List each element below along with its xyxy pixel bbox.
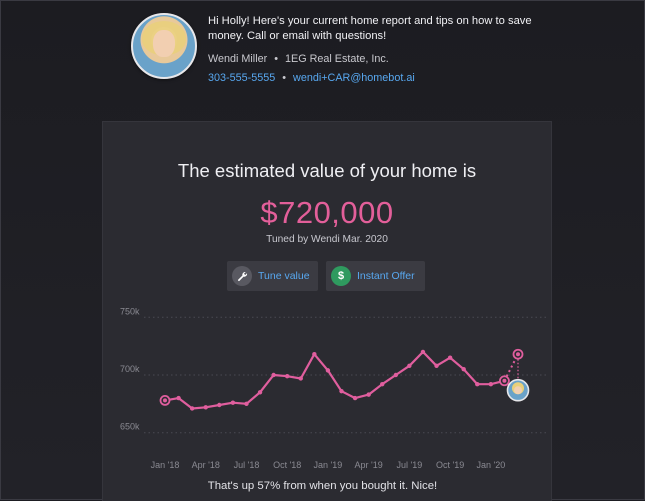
agent-avatar	[131, 13, 197, 79]
y-tick-label: 700k	[120, 364, 140, 374]
data-point	[203, 405, 208, 410]
data-point	[230, 400, 236, 405]
estimated-value: $720,000	[260, 195, 394, 230]
data-point	[352, 395, 358, 401]
data-point	[284, 373, 290, 379]
agent-email-link[interactable]: wendi+CAR@homebot.ai	[293, 72, 415, 84]
home-value-chart: 750k 700k 650k Jan '18 Apr '18 Jul '18 Oct '18…	[120, 306, 548, 470]
instant-offer-button[interactable]: $ Instant Offer	[326, 261, 425, 291]
y-tick-label: 750k	[120, 306, 140, 316]
data-point	[393, 372, 399, 378]
agent-links-line: 303-555-5555 • wendi+CAR@homebot.ai	[208, 72, 415, 84]
separator-dot: •	[274, 53, 278, 65]
agent-message: Hi Holly! Here's your current home repor…	[208, 15, 532, 42]
data-point	[298, 376, 303, 381]
data-point	[407, 363, 412, 368]
agent-header: Hi Holly! Here's your current home repor…	[131, 13, 571, 88]
tune-value-label: Tune value	[258, 270, 310, 282]
x-tick-label: Apr '19	[355, 460, 383, 470]
data-point	[366, 392, 371, 397]
x-tick-label: Jan '19	[314, 460, 343, 470]
agent-contact-line: Wendi Miller • 1EG Real Estate, Inc.	[208, 53, 389, 65]
x-tick-label: Jan '20	[476, 460, 505, 470]
data-point	[475, 382, 480, 387]
x-tick-label: Oct '18	[273, 460, 301, 470]
x-tick-label: Jul '19	[397, 460, 423, 470]
x-tick-label: Jul '18	[234, 460, 260, 470]
separator-dot: •	[282, 72, 287, 84]
data-point	[217, 402, 222, 408]
tuned-by-text: Tuned by Wendi Mar. 2020	[266, 234, 388, 245]
tune-value-button[interactable]: Tune value	[227, 261, 318, 291]
x-tick-label: Oct '19	[436, 460, 464, 470]
x-tick-label: Jan '18	[151, 460, 180, 470]
data-point	[271, 372, 276, 378]
appreciation-summary: That's up 57% from when you bought it. N…	[207, 480, 438, 492]
data-point	[461, 367, 466, 372]
estimate-headline: The estimated value of your home is	[177, 160, 477, 181]
highlight-point-core	[502, 378, 507, 383]
wrench-icon	[232, 266, 252, 286]
data-point	[189, 406, 195, 411]
x-tick-label: Apr '18	[192, 460, 220, 470]
avatar-marker-face	[514, 386, 522, 395]
data-point	[420, 349, 426, 355]
data-point	[447, 355, 453, 360]
data-point	[244, 401, 249, 407]
instant-offer-label: Instant Offer	[357, 270, 415, 282]
dollar-icon: $	[331, 266, 351, 286]
highlight-point-core	[516, 352, 520, 357]
data-point	[312, 352, 317, 357]
data-point	[380, 382, 385, 387]
data-point	[325, 368, 331, 373]
data-point	[488, 382, 494, 387]
agent-phone-link[interactable]: 303-555-5555	[208, 72, 275, 84]
data-point	[257, 390, 263, 395]
agent-company: 1EG Real Estate, Inc.	[284, 53, 389, 65]
data-point	[176, 395, 181, 401]
data-point	[434, 363, 439, 368]
series-line	[164, 350, 505, 410]
y-tick-label: 650k	[120, 422, 140, 432]
avatar-face-shape	[153, 30, 175, 57]
data-point	[339, 388, 344, 394]
agent-name: Wendi Miller	[208, 53, 268, 65]
highlight-point-core	[163, 398, 167, 403]
